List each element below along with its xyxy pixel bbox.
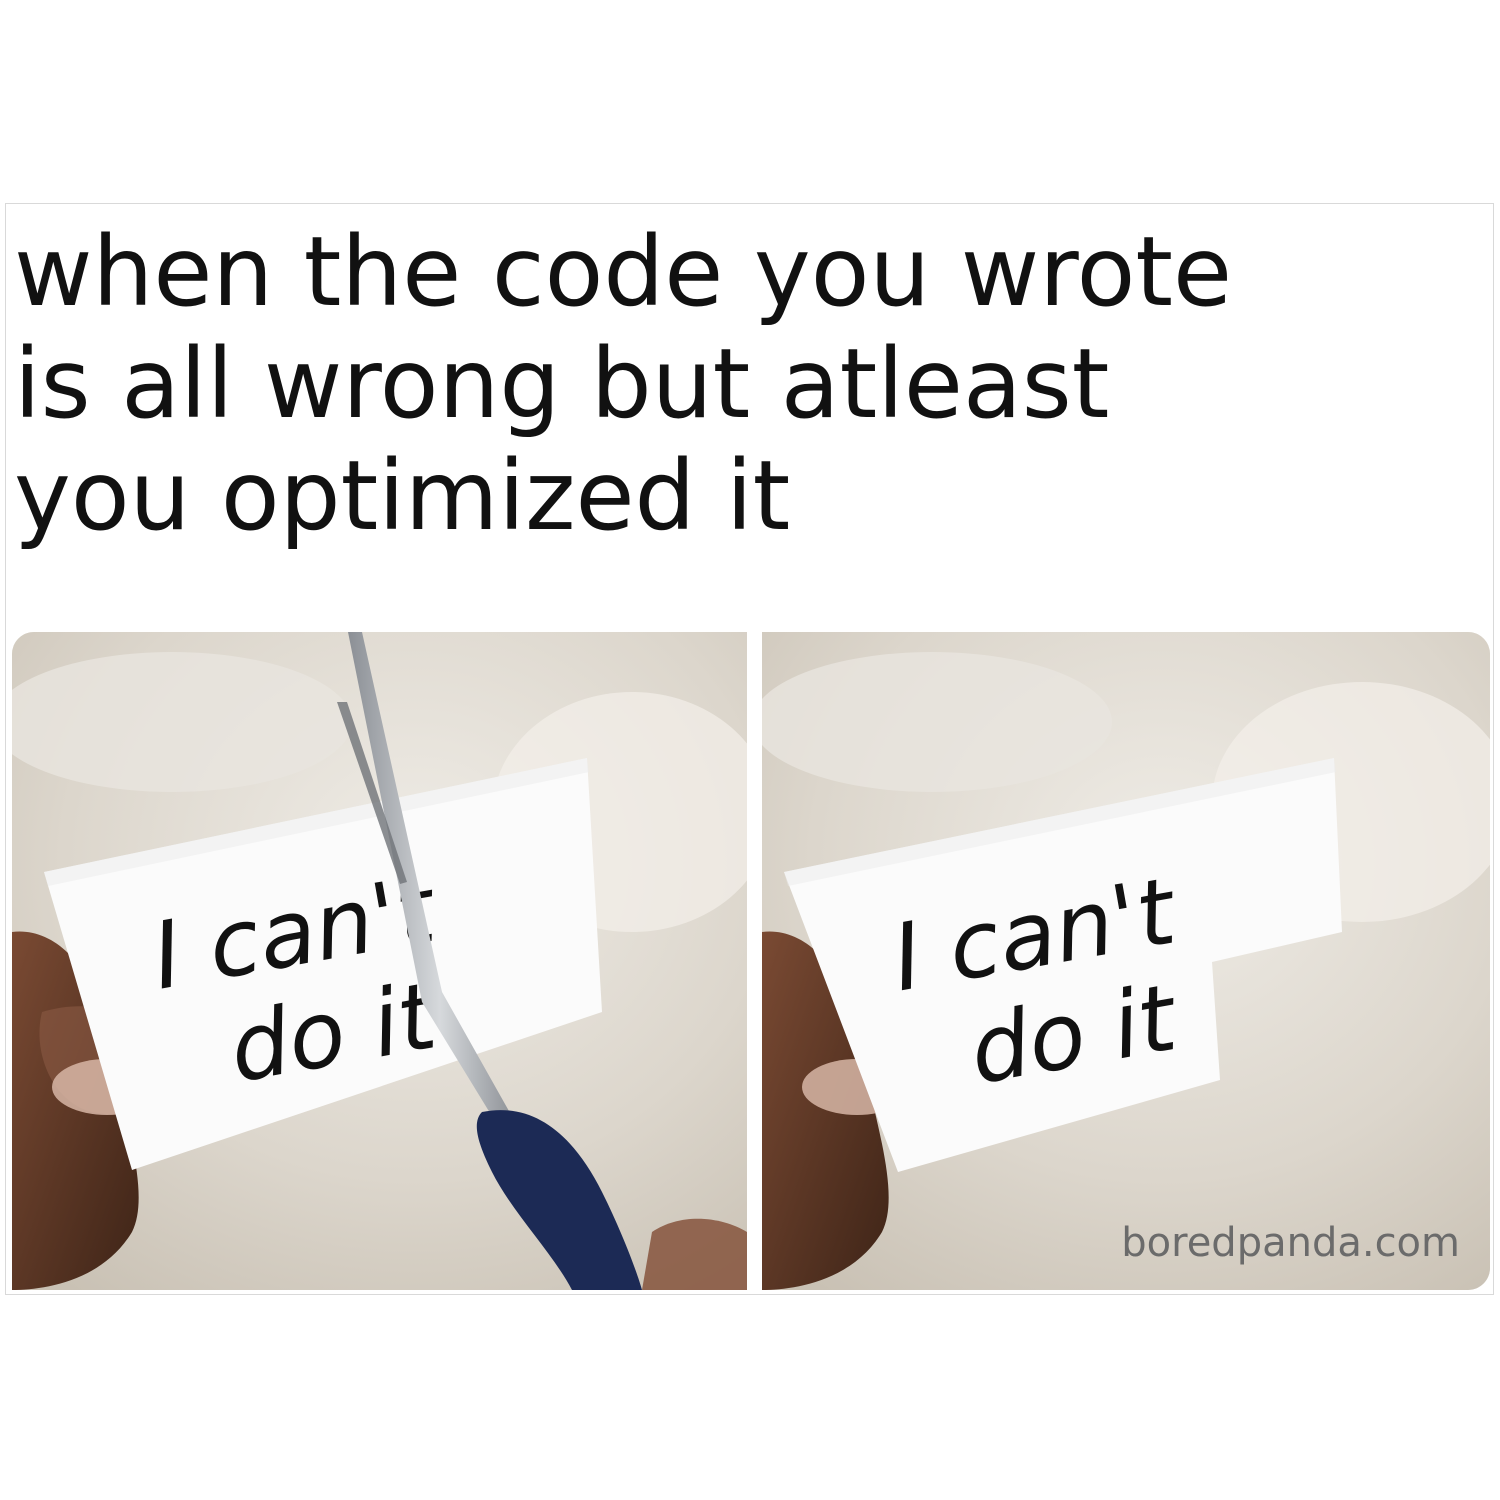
watermark: boredpanda.com (1121, 1220, 1460, 1266)
meme-caption: when the code you wrote is all wrong but… (14, 216, 1484, 552)
right-photo-panel: I can't do it boredpanda.com (762, 632, 1490, 1290)
meme-card: when the code you wrote is all wrong but… (5, 203, 1494, 1295)
left-photo-panel: I can't do it (12, 632, 747, 1290)
caption-line: is all wrong but atleast (14, 328, 1110, 440)
caption-line: when the code you wrote (14, 216, 1233, 328)
right-photo: I can't do it (762, 632, 1490, 1290)
left-photo: I can't do it (12, 632, 747, 1290)
caption-line: you optimized it (14, 440, 791, 552)
